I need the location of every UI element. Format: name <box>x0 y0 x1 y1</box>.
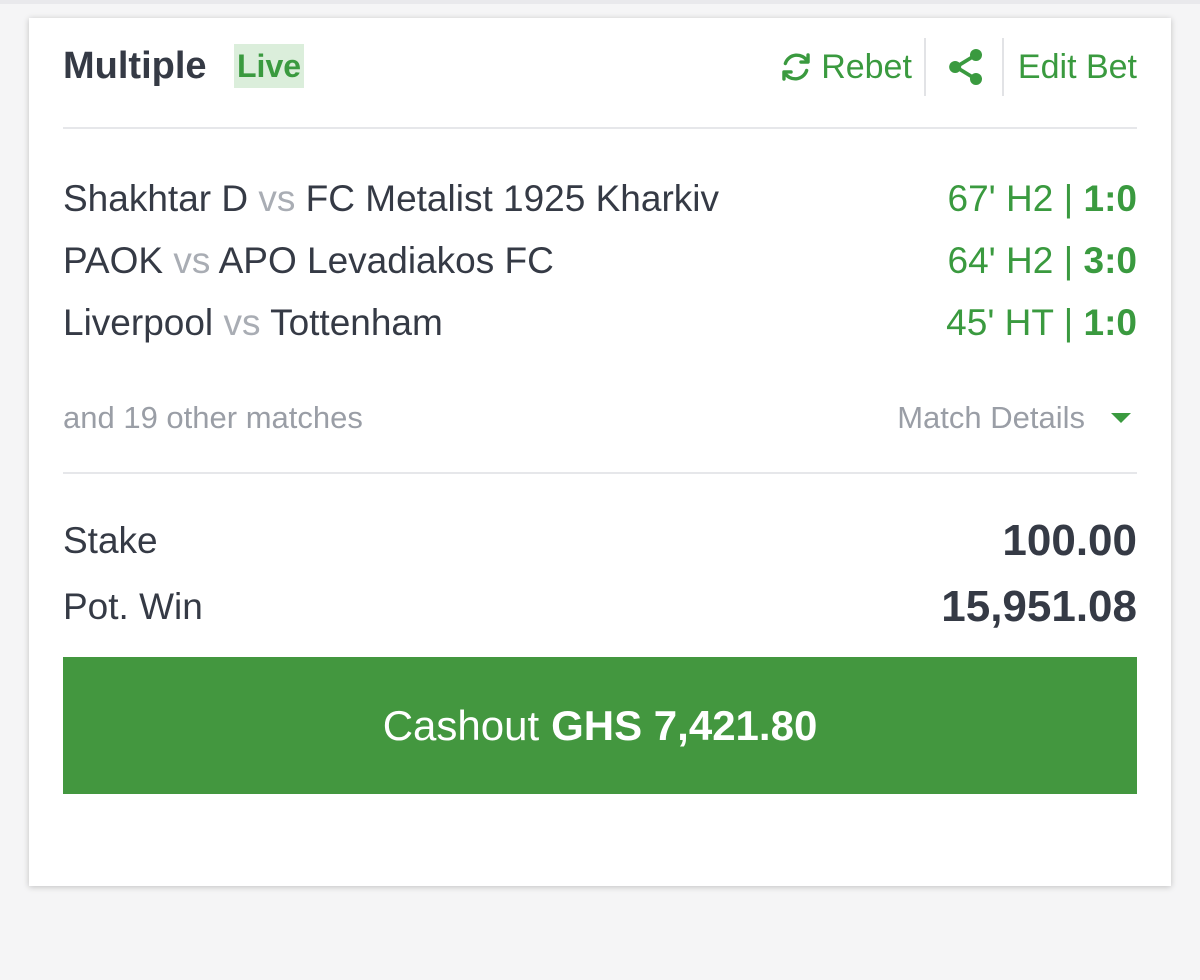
details-divider <box>63 472 1137 474</box>
rebet-label: Rebet <box>821 47 912 86</box>
away-team: FC Metalist 1925 Kharkiv <box>305 178 719 219</box>
bet-actions: Rebet Edit Bet <box>779 38 1137 96</box>
home-team: Liverpool <box>63 302 214 343</box>
other-matches-row: and 19 other matches Match Details <box>63 396 1137 440</box>
vs-label: vs <box>173 240 211 281</box>
status-separator: | <box>1063 178 1074 219</box>
match-score: 1:0 <box>1083 302 1137 343</box>
live-badge: Live <box>234 44 305 88</box>
match-details-toggle[interactable]: Match Details <box>897 400 1137 436</box>
action-divider <box>923 38 926 96</box>
match-time: 64' H2 <box>947 240 1054 281</box>
match-status: 64' H2 | 3:0 <box>948 240 1137 282</box>
header-divider <box>63 127 1137 129</box>
bet-card: Multiple Live Rebet Edit Bet Shakhtar D … <box>29 18 1171 886</box>
pot-win-row: Pot. Win 15,951.08 <box>63 577 1137 637</box>
match-row[interactable]: PAOK vs APO Levadiakos FC 64' H2 | 3:0 <box>63 230 1137 292</box>
match-row[interactable]: Liverpool vs Tottenham 45' HT | 1:0 <box>63 292 1137 354</box>
match-status: 67' H2 | 1:0 <box>948 178 1137 220</box>
pot-win-label: Pot. Win <box>63 586 203 627</box>
away-team: Tottenham <box>270 302 443 343</box>
share-button[interactable] <box>946 40 988 94</box>
bet-type-title: Multiple <box>63 45 207 87</box>
match-teams: PAOK vs APO Levadiakos FC <box>63 240 554 282</box>
status-separator: | <box>1063 302 1074 343</box>
home-team: Shakhtar D <box>63 178 249 219</box>
edit-bet-label: Edit Bet <box>1017 47 1137 86</box>
bet-header: Multiple Live Rebet Edit Bet <box>63 18 1137 128</box>
cashout-label: Cashout <box>382 701 540 749</box>
stake-label: Stake <box>63 520 158 561</box>
cashout-amount: GHS 7,421.80 <box>551 701 818 749</box>
home-team: PAOK <box>63 240 164 281</box>
away-team: APO Levadiakos FC <box>218 240 554 281</box>
bet-card-content: Multiple Live Rebet Edit Bet Shakhtar D … <box>63 18 1137 886</box>
other-matches-text: and 19 other matches <box>63 400 363 435</box>
stake-value: 100.00 <box>1002 516 1137 565</box>
pot-win-value: 15,951.08 <box>941 582 1137 631</box>
rebet-button[interactable]: Rebet <box>779 40 912 94</box>
page-top-edge <box>0 0 1200 4</box>
vs-label: vs <box>258 178 296 219</box>
match-teams: Shakhtar D vs FC Metalist 1925 Kharkiv <box>63 178 719 220</box>
action-divider <box>1001 38 1004 96</box>
refresh-icon <box>782 53 810 81</box>
match-status: 45' HT | 1:0 <box>946 302 1137 344</box>
cashout-button[interactable]: Cashout GHS 7,421.80 <box>63 657 1137 794</box>
edit-bet-button[interactable]: Edit Bet <box>1018 40 1137 94</box>
match-list: Shakhtar D vs FC Metalist 1925 Kharkiv 6… <box>63 168 1137 354</box>
caret-down-icon <box>1111 413 1131 423</box>
share-icon <box>949 49 982 85</box>
match-time: 67' H2 <box>947 178 1054 219</box>
match-score: 1:0 <box>1083 178 1137 219</box>
match-row[interactable]: Shakhtar D vs FC Metalist 1925 Kharkiv 6… <box>63 168 1137 230</box>
match-score: 3:0 <box>1083 240 1137 281</box>
match-details-label: Match Details <box>897 400 1085 435</box>
match-time: 45' HT <box>946 302 1054 343</box>
stake-row: Stake 100.00 <box>63 511 1137 571</box>
status-separator: | <box>1063 240 1074 281</box>
match-teams: Liverpool vs Tottenham <box>63 302 443 344</box>
vs-label: vs <box>223 302 261 343</box>
